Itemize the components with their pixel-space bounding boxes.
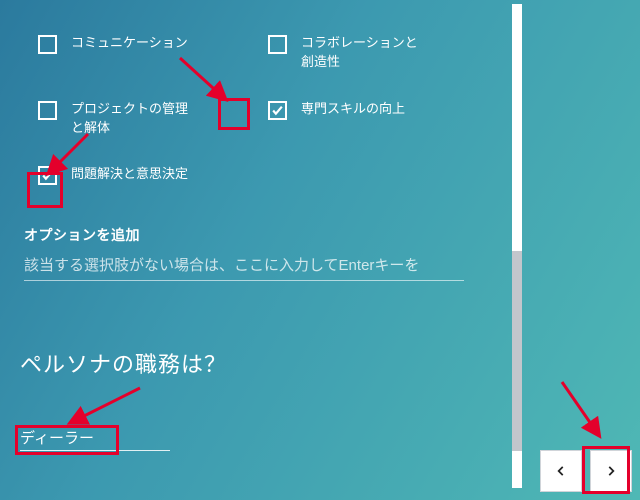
prev-button[interactable] <box>540 450 582 492</box>
option-label: 問題解決と意思決定 <box>57 165 188 184</box>
checkbox-project[interactable] <box>38 101 57 120</box>
scrollbar-thumb[interactable] <box>512 251 522 451</box>
option-label: プロジェクトの管理と解体 <box>57 100 197 138</box>
option-expertise: 専門スキルの向上 <box>250 86 480 152</box>
options-group: コミュニケーション コラボレーションと創造性 プロジェクトの管理と解体 専門スキ… <box>20 20 480 199</box>
next-button[interactable] <box>590 450 632 492</box>
nav-buttons <box>540 450 632 492</box>
checkbox-collaboration[interactable] <box>268 35 287 54</box>
checkbox-problem-solving[interactable] <box>38 166 57 185</box>
option-problem-solving: 問題解決と意思決定 <box>20 151 250 199</box>
add-option-title: オプションを追加 <box>24 225 480 245</box>
option-communication: コミュニケーション <box>20 20 250 86</box>
checkbox-expertise[interactable] <box>268 101 287 120</box>
persona-role-question: ペルソナの職務は？ <box>20 347 480 379</box>
option-project: プロジェクトの管理と解体 <box>20 86 250 152</box>
scrollbar-track[interactable] <box>512 4 522 488</box>
annotation-arrow-next <box>552 376 622 446</box>
option-label: 専門スキルの向上 <box>287 100 405 119</box>
persona-role-input[interactable] <box>20 427 170 451</box>
checkbox-communication[interactable] <box>38 35 57 54</box>
chevron-right-icon <box>604 464 618 478</box>
add-option-section: オプションを追加 <box>20 225 480 281</box>
add-option-input[interactable] <box>24 253 464 281</box>
option-collaboration: コラボレーションと創造性 <box>250 20 480 86</box>
option-label: コラボレーションと創造性 <box>287 34 427 72</box>
option-label: コミュニケーション <box>57 34 188 53</box>
chevron-left-icon <box>554 464 568 478</box>
